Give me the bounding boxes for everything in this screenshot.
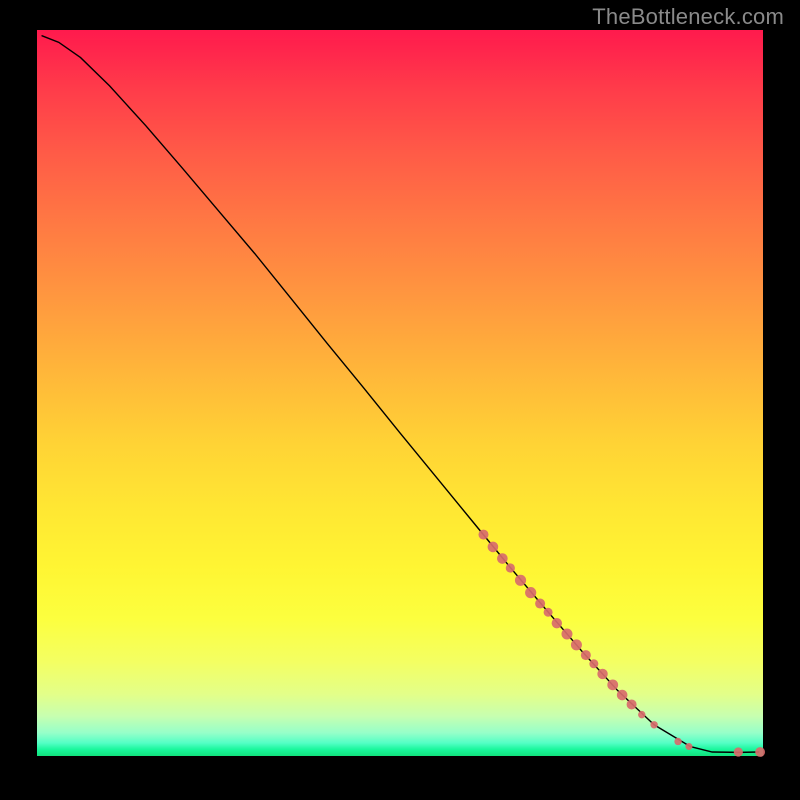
data-marker — [525, 587, 536, 598]
data-marker — [607, 679, 618, 690]
data-marker — [478, 530, 488, 540]
data-marker — [497, 553, 508, 564]
data-marker — [552, 618, 562, 628]
attribution-text: TheBottleneck.com — [592, 4, 784, 30]
data-marker — [617, 690, 628, 701]
data-marker — [571, 639, 582, 650]
data-marker — [734, 747, 743, 756]
data-marker — [535, 599, 545, 609]
plot-overlay — [37, 30, 763, 756]
data-marker — [561, 629, 572, 640]
data-marker — [627, 699, 637, 709]
data-marker — [544, 608, 553, 617]
data-marker — [650, 721, 657, 728]
data-marker — [597, 669, 607, 679]
data-marker — [581, 650, 591, 660]
data-marker — [488, 542, 499, 553]
main-curve — [42, 36, 759, 753]
data-marker — [515, 575, 526, 586]
data-marker — [685, 743, 692, 750]
data-marker — [755, 747, 765, 757]
data-marker — [674, 738, 681, 745]
stage: TheBottleneck.com — [0, 0, 800, 800]
marker-group — [478, 530, 765, 757]
data-marker — [506, 563, 515, 572]
data-marker — [638, 711, 645, 718]
data-marker — [589, 659, 598, 668]
